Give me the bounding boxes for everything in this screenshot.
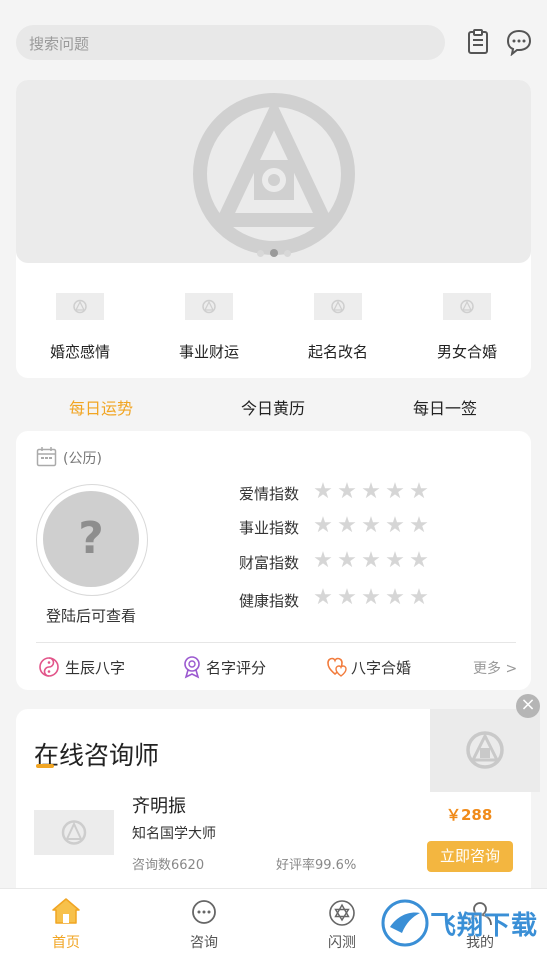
close-icon[interactable]: × [516,694,540,718]
watermark-text: 飞翔下载 [430,911,539,941]
nav-consult[interactable]: 咨询 [164,932,244,952]
consult-banner-image[interactable] [430,709,540,792]
more-link[interactable]: 更多 > [473,658,517,678]
avatar[interactable]: ? [43,491,139,587]
career-index-stars: ★ ★ ★ ★ ★ [313,513,429,538]
carousel-dot[interactable] [257,250,264,257]
category-image[interactable] [443,293,491,320]
tab-daily-fortune[interactable]: 每日运势 [26,395,176,419]
love-index-label: 爱情指数 [239,485,300,503]
hearts-icon [326,656,350,682]
nav-home[interactable]: 首页 [26,932,106,952]
tool-bazi[interactable]: 生辰八字 [65,657,125,678]
wealth-index-stars: ★ ★ ★ ★ ★ [313,548,429,573]
consult-count: 咨询数6620 [132,858,205,873]
yin-yang-icon [38,656,60,682]
tool-name-score[interactable]: 名字评分 [206,657,266,678]
consult-now-button[interactable]: 立即咨询 [427,841,513,872]
wealth-index-label: 财富指数 [239,554,300,572]
chat-bubble-icon[interactable] [190,899,218,931]
watermark-logo-icon [381,899,429,947]
consultant-subtitle: 知名国学大师 [132,826,216,842]
home-icon[interactable] [51,897,81,929]
health-index-label: 健康指数 [239,592,300,610]
calendar-icon [36,446,57,471]
category-marriage[interactable]: 男女合婚 [412,341,522,362]
medal-icon [181,655,203,683]
divider [36,642,516,643]
carousel-dot-active[interactable] [270,249,278,257]
logo-placeholder-icon [193,93,355,255]
consult-rating: 好评率99.6% [276,858,357,873]
title-underline [36,764,54,768]
clipboard-icon[interactable] [464,28,492,56]
consult-price: ￥288 [446,806,493,824]
category-career[interactable]: 事业财运 [154,341,264,362]
category-image[interactable] [56,293,104,320]
nav-flash-test[interactable]: 闪测 [302,932,382,952]
search-placeholder: 搜索问题 [29,35,90,53]
consultant-photo[interactable] [34,810,114,855]
tab-almanac[interactable]: 今日黄历 [198,395,348,419]
tab-daily-lot[interactable]: 每日一签 [370,395,520,419]
star-of-david-icon[interactable] [328,899,356,931]
category-love[interactable]: 婚恋感情 [25,341,135,362]
consultant-name[interactable]: 齐明振 [132,792,186,818]
calendar-label: (公历) [63,451,102,467]
login-hint[interactable]: 登陆后可查看 [36,605,146,626]
watermark: 飞翔下载 [380,897,538,949]
love-index-stars: ★ ★ ★ ★ ★ [313,479,429,504]
health-index-stars: ★ ★ ★ ★ ★ [313,585,429,610]
category-naming[interactable]: 起名改名 [283,341,393,362]
banner-carousel[interactable] [16,80,531,263]
category-image[interactable] [185,293,233,320]
career-index-label: 事业指数 [239,519,300,537]
chat-icon[interactable] [505,28,533,57]
tool-bazi-marriage[interactable]: 八字合婚 [351,657,411,678]
carousel-dot[interactable] [284,250,291,257]
category-image[interactable] [314,293,362,320]
search-bar[interactable]: 搜索问题 [16,25,445,60]
